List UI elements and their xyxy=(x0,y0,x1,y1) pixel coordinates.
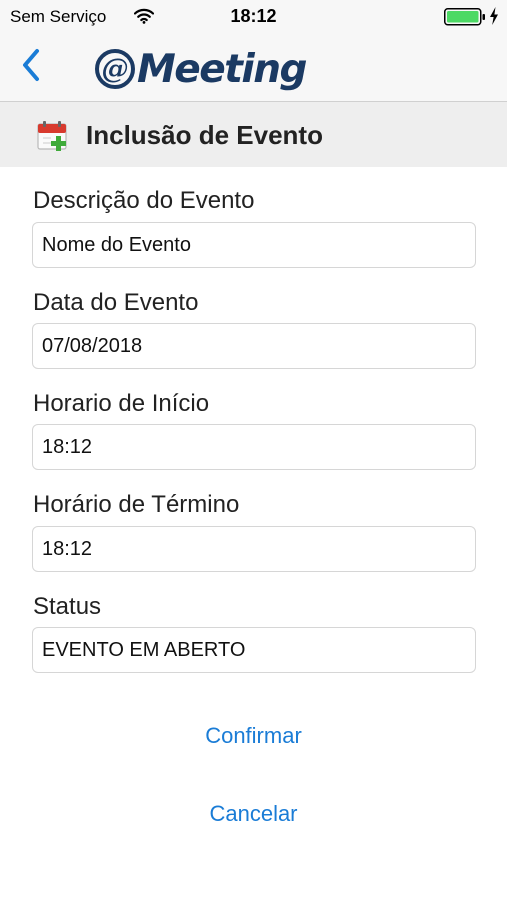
back-button[interactable] xyxy=(14,48,48,87)
cancel-button[interactable]: Cancelar xyxy=(0,801,507,827)
status-field[interactable] xyxy=(32,627,476,673)
status-time: 18:12 xyxy=(230,6,277,26)
end-time-field[interactable] xyxy=(32,526,476,572)
start-time-label: Horario de Início xyxy=(33,390,210,417)
description-field[interactable] xyxy=(32,222,476,268)
end-time-label: Horário de Término xyxy=(33,491,240,518)
description-label: Descrição do Evento xyxy=(33,187,255,214)
navigation-bar: @ Meeting xyxy=(0,34,507,102)
section-header: Inclusão de Evento xyxy=(0,102,507,167)
status-bar: Sem Serviço 18:12 xyxy=(0,0,507,34)
start-time-field[interactable] xyxy=(32,424,476,470)
date-field[interactable] xyxy=(32,323,476,369)
confirm-button[interactable]: Confirmar xyxy=(0,723,507,749)
charging-bolt-icon xyxy=(489,7,499,30)
section-title: Inclusão de Evento xyxy=(86,120,323,150)
calendar-add-icon xyxy=(36,119,70,158)
logo-at-symbol: @ xyxy=(95,49,135,89)
date-label: Data do Evento xyxy=(33,289,199,316)
logo-text: Meeting xyxy=(137,46,307,92)
app-logo: @ Meeting xyxy=(95,44,307,94)
battery-icon xyxy=(444,8,486,31)
status-label: Status xyxy=(33,593,102,620)
chevron-left-icon xyxy=(21,48,41,87)
